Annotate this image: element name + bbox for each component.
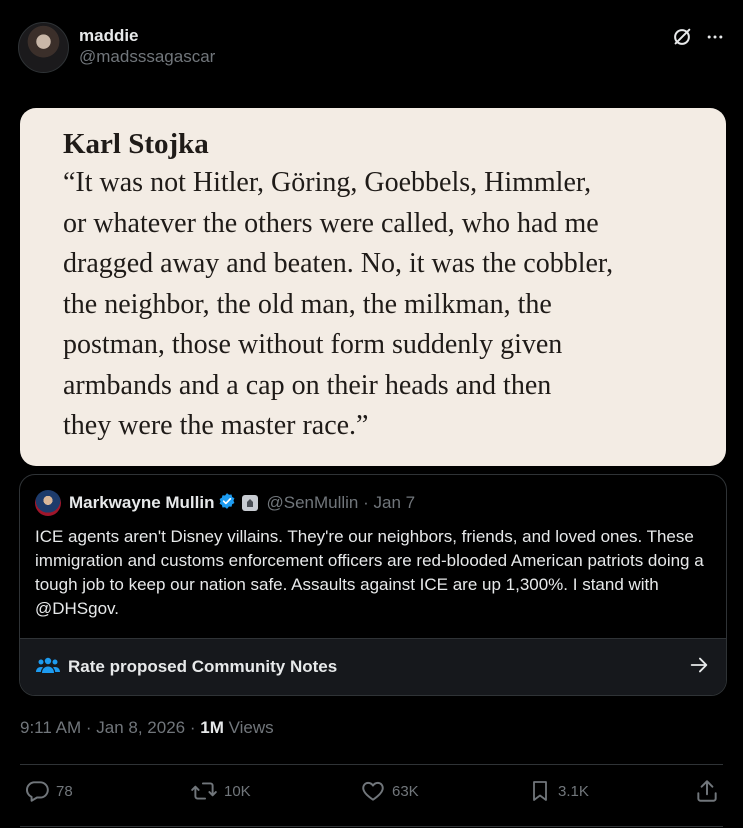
community-notes-label[interactable]: Rate proposed Community Notes (68, 657, 337, 677)
more-icon[interactable] (705, 27, 725, 47)
embedded-date[interactable]: Jan 7 (374, 493, 416, 512)
government-badge-icon (242, 495, 259, 511)
share-icon (694, 778, 720, 804)
embedded-handle[interactable]: @SenMullin · Jan 7 (266, 493, 415, 513)
like-count: 63K (392, 782, 419, 800)
reply-button[interactable]: 78 (24, 778, 73, 804)
post-header: maddie @madsssagascar (18, 22, 725, 78)
avatar[interactable] (18, 22, 69, 73)
views-label: Views (228, 718, 274, 737)
meta-separator: · (85, 718, 92, 737)
quote-text: “It was not Hitler, Göring, Goebbels, Hi… (63, 167, 614, 441)
arrow-right-icon[interactable] (688, 654, 710, 681)
bookmark-button[interactable]: 3.1K (528, 778, 589, 804)
reply-icon (24, 778, 50, 804)
repost-count: 10K (224, 782, 251, 800)
action-bar: 78 10K 63K 3.1K (0, 778, 743, 814)
people-icon (36, 655, 60, 680)
reply-count: 78 (56, 782, 73, 800)
embedded-post-header: Markwayne Mullin @SenMullin · Jan 7 (20, 475, 726, 517)
user-handle[interactable]: @madsssagascar (79, 46, 215, 68)
quote-image[interactable]: Karl Stojka “It was not Hitler, Göring, … (20, 108, 726, 466)
bookmark-count: 3.1K (558, 782, 589, 800)
embedded-handle-text[interactable]: @SenMullin (266, 493, 358, 512)
bookmark-icon (528, 778, 552, 804)
embedded-post-text: ICE agents aren't Disney villains. They'… (35, 527, 704, 618)
header-actions (671, 26, 725, 48)
post-date[interactable]: Jan 8, 2026 (96, 718, 185, 737)
embedded-avatar[interactable] (35, 490, 61, 516)
post-metadata: 9:11 AM · Jan 8, 2026 · 1M Views (20, 718, 274, 738)
verified-badge-icon (218, 492, 236, 515)
like-button[interactable]: 63K (360, 778, 419, 804)
heart-icon (360, 778, 386, 804)
display-name[interactable]: maddie (79, 26, 215, 46)
views-count[interactable]: 1M (200, 718, 224, 737)
divider (20, 764, 723, 765)
meta-separator: · (189, 718, 196, 737)
repost-icon (190, 778, 218, 804)
share-button[interactable] (694, 778, 720, 804)
embedded-display-name[interactable]: Markwayne Mullin (69, 493, 214, 513)
user-info[interactable]: maddie @madsssagascar (79, 26, 215, 68)
embedded-separator: · (363, 493, 369, 512)
embedded-post[interactable]: Markwayne Mullin @SenMullin · Jan 7 ICE … (19, 474, 727, 696)
post-time[interactable]: 9:11 AM (20, 718, 81, 737)
quote-author: Karl Stojka (63, 128, 209, 160)
community-notes-bar[interactable]: Rate proposed Community Notes (20, 638, 726, 695)
divider (20, 826, 723, 827)
grok-icon[interactable] (671, 26, 693, 48)
repost-button[interactable]: 10K (190, 778, 251, 804)
